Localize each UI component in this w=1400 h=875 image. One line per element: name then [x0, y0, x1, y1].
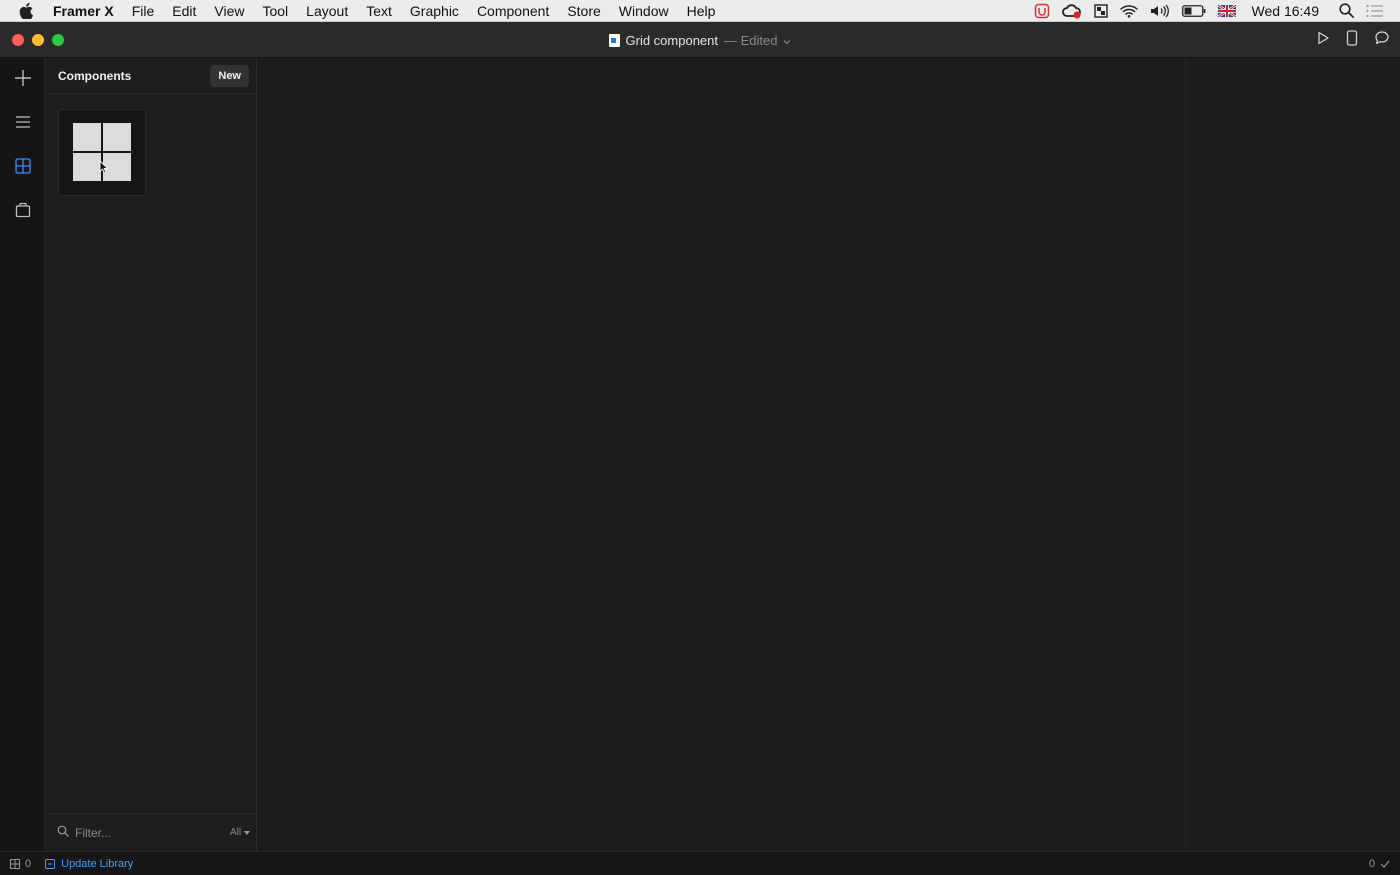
components-panel-header: Components New — [45, 58, 256, 94]
frames-count-value: 0 — [25, 857, 32, 870]
edited-label: — Edited — [724, 32, 778, 48]
menu-file[interactable]: File — [123, 0, 164, 22]
library-icon — [45, 858, 56, 869]
menu-view[interactable]: View — [205, 0, 253, 22]
menu-bar-status-area: Wed 16:49 — [1028, 0, 1400, 22]
notification-center-icon[interactable] — [1366, 4, 1384, 18]
menu-graphic[interactable]: Graphic — [401, 0, 468, 22]
components-button[interactable] — [0, 146, 45, 190]
screen-recorder-icon[interactable] — [1034, 3, 1050, 19]
status-bar: 0 Update Library 0 — [0, 851, 1400, 875]
window-title-bar: Grid component — Edited — [0, 22, 1400, 58]
grid-cell — [103, 123, 131, 151]
menu-help[interactable]: Help — [678, 0, 725, 22]
checkmark-icon — [1380, 860, 1390, 868]
play-preview-icon[interactable] — [1316, 31, 1330, 50]
store-button[interactable] — [0, 190, 45, 234]
errors-count-value: 0 — [1368, 857, 1375, 870]
spotlight-search-icon[interactable] — [1339, 3, 1354, 18]
filter-scope-dropdown[interactable]: All — [230, 827, 251, 838]
title-bar-actions — [1316, 22, 1390, 58]
grid-cell — [73, 123, 101, 151]
layers-list-icon — [15, 115, 31, 134]
menu-text[interactable]: Text — [357, 0, 401, 22]
app-switcher-icon[interactable] — [1093, 3, 1108, 18]
window-title[interactable]: Grid component — Edited — [0, 22, 1400, 58]
comment-icon[interactable] — [1374, 30, 1390, 51]
menu-edit[interactable]: Edit — [163, 0, 205, 22]
properties-inspector — [1185, 58, 1400, 851]
wifi-icon[interactable] — [1119, 4, 1138, 18]
errors-count[interactable]: 0 — [1369, 858, 1390, 870]
new-component-button[interactable]: New — [210, 64, 249, 87]
apple-menu-icon[interactable] — [0, 2, 52, 19]
frames-count[interactable]: 0 — [10, 858, 31, 870]
menu-bar: Framer X File Edit View Tool Layout Text… — [0, 0, 1400, 22]
frame-grid-icon — [10, 858, 20, 869]
plus-icon — [14, 69, 32, 92]
battery-icon[interactable] — [1181, 4, 1206, 17]
caret-down-icon — [244, 830, 251, 835]
design-canvas[interactable] — [257, 58, 1185, 851]
menu-window[interactable]: Window — [610, 0, 678, 22]
components-grid-icon — [14, 157, 31, 179]
layers-button[interactable] — [0, 102, 45, 146]
grid-component-tile[interactable] — [58, 109, 146, 196]
filter-scope-label: All — [230, 827, 242, 838]
menu-component[interactable]: Component — [468, 0, 558, 22]
mouse-pointer-icon — [99, 160, 109, 179]
menu-tool[interactable]: Tool — [253, 0, 297, 22]
menu-store[interactable]: Store — [558, 0, 609, 22]
uk-flag-input-icon[interactable] — [1217, 4, 1236, 17]
store-bag-icon — [15, 202, 31, 223]
filter-input[interactable] — [75, 825, 230, 840]
chevron-down-icon — [783, 33, 791, 48]
update-library-label: Update Library — [61, 857, 134, 870]
volume-icon[interactable] — [1150, 4, 1170, 18]
creative-cloud-icon[interactable] — [1061, 3, 1082, 19]
menu-layout[interactable]: Layout — [297, 0, 357, 22]
document-title: Grid component — [625, 32, 719, 48]
menu-bar-clock[interactable]: Wed 16:49 — [1252, 3, 1319, 19]
panel-title: Components — [58, 68, 132, 83]
app-name-menu[interactable]: Framer X — [52, 0, 123, 22]
update-library-button[interactable]: Update Library — [45, 858, 133, 870]
insert-button[interactable] — [0, 58, 45, 102]
components-panel: Components New All — [45, 58, 257, 851]
grid-cell — [73, 153, 101, 181]
device-preview-icon[interactable] — [1346, 29, 1358, 51]
document-icon — [608, 33, 620, 47]
left-tool-rail — [0, 58, 45, 851]
filter-bar: All — [45, 813, 257, 851]
search-icon — [57, 824, 69, 842]
